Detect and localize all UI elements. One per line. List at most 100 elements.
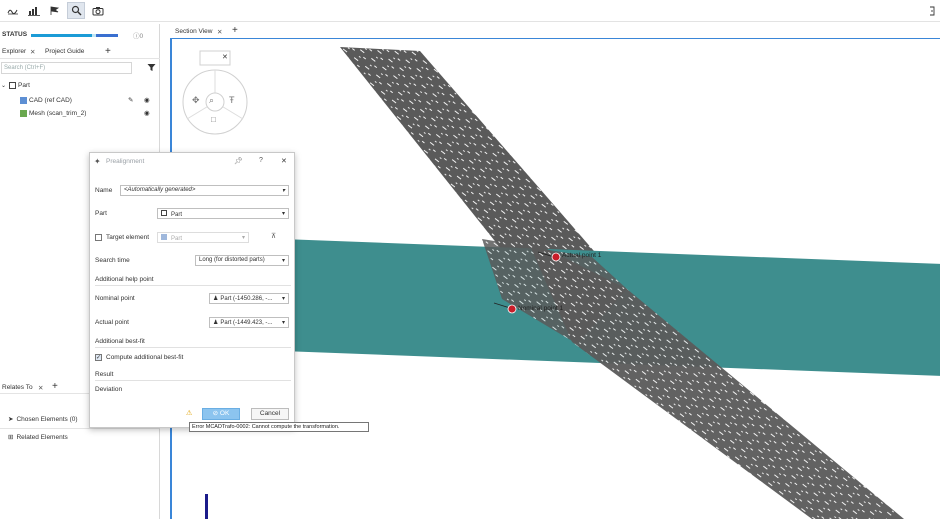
compute-label: Compute additional best-fit bbox=[106, 354, 184, 361]
tab-section-close-icon[interactable]: ✕ bbox=[217, 28, 222, 36]
tab-relates-close-icon[interactable]: ✕ bbox=[38, 384, 43, 392]
search-time-select[interactable]: Long (for distorted parts) ▾ bbox=[195, 255, 289, 266]
tab-explorer[interactable]: Explorer bbox=[2, 48, 26, 55]
part-icon bbox=[161, 210, 167, 216]
tree-item-cad[interactable]: CAD (ref CAD) ✎ ◉ bbox=[20, 94, 158, 106]
chosen-elements[interactable]: ➤ Chosen Elements (0) bbox=[8, 415, 78, 423]
chevron-down-icon: ▾ bbox=[281, 296, 285, 302]
camera-icon[interactable] bbox=[89, 2, 107, 19]
tree-root-part[interactable]: ⌄ Part bbox=[1, 79, 30, 91]
part-select[interactable]: Part ▾ bbox=[157, 208, 289, 219]
target-select-value: Part bbox=[171, 236, 183, 242]
prealignment-dialog: ✦ Prealignment 📌︎ ? ✕ Name <Automaticall… bbox=[89, 152, 295, 428]
status-row: STATUS ⓘ0 bbox=[0, 28, 160, 42]
best-fit-heading: Additional best-fit bbox=[95, 338, 145, 345]
explorer-tabs: Explorer ✕ Project Guide + bbox=[0, 45, 160, 59]
related-elements[interactable]: ⊞ Related Elements bbox=[0, 428, 160, 445]
chevron-down-icon: ▾ bbox=[281, 188, 285, 194]
pin-icon[interactable]: 📌︎ bbox=[234, 157, 243, 165]
filter-icon[interactable] bbox=[147, 63, 156, 74]
pencil-icon[interactable]: ✎ bbox=[128, 96, 133, 104]
point-icon: ♟ bbox=[213, 296, 219, 302]
status-progress bbox=[31, 34, 118, 37]
status-info-count: 0 bbox=[139, 33, 144, 40]
nominal-point-marker bbox=[507, 304, 517, 314]
chevron-down-icon: ▾ bbox=[281, 320, 285, 326]
compute-checkbox[interactable]: ✓ bbox=[95, 354, 102, 361]
part-select-value: Part bbox=[171, 212, 183, 218]
eye-icon[interactable]: ◉ bbox=[144, 109, 150, 117]
part-icon bbox=[9, 81, 17, 89]
search-time-value: Long (for distorted parts) bbox=[199, 257, 265, 263]
overlay-close-button[interactable]: ✕ bbox=[222, 53, 228, 61]
result-heading: Result bbox=[95, 371, 114, 378]
help-point-heading: Additional help point bbox=[95, 276, 154, 283]
add-relates-button[interactable]: + bbox=[52, 381, 58, 392]
dialog-close-button[interactable]: ✕ bbox=[281, 157, 287, 165]
nominal-point-value: Part (-1450.286, -... bbox=[220, 296, 273, 302]
eye-icon[interactable]: ◉ bbox=[144, 96, 150, 104]
main-toolbar bbox=[0, 0, 940, 22]
nominal-point-label: Nominal point bbox=[95, 295, 135, 302]
magnifier-icon[interactable] bbox=[67, 2, 85, 19]
hierarchy-icon: ⊞ bbox=[8, 434, 14, 441]
chevron-down-icon: ▾ bbox=[241, 235, 245, 241]
axis-indicator bbox=[205, 494, 208, 519]
actual-point-marker bbox=[551, 252, 561, 262]
cube-icon[interactable]: □ bbox=[211, 115, 216, 124]
cursor-icon: ➤ bbox=[8, 416, 14, 423]
mesh-icon bbox=[20, 109, 27, 117]
flag-icon[interactable] bbox=[46, 2, 64, 19]
name-label: Name bbox=[95, 187, 113, 194]
actual-point-select[interactable]: ♟ Part (-1449.423, -... ▾ bbox=[209, 317, 289, 328]
ok-label: OK bbox=[219, 410, 230, 417]
target-label: Target element bbox=[106, 234, 149, 241]
text-icon[interactable]: Ŧ bbox=[229, 95, 235, 105]
tab-relates-to[interactable]: Relates To bbox=[2, 384, 33, 391]
cancel-button[interactable]: Cancel bbox=[251, 408, 289, 420]
point-icon: ♟ bbox=[213, 320, 219, 326]
tree-item-mesh[interactable]: Mesh (scan_trim_2) ◉ bbox=[20, 107, 158, 119]
tree-item-label: CAD (ref CAD) bbox=[29, 96, 72, 104]
help-button[interactable]: ? bbox=[259, 157, 263, 164]
tab-explorer-close-icon[interactable]: ✕ bbox=[30, 48, 35, 56]
target-checkbox[interactable] bbox=[95, 234, 102, 241]
name-select[interactable]: <Automatically generated> ▾ bbox=[120, 185, 289, 196]
tree-item-label: Mesh (scan_trim_2) bbox=[29, 109, 87, 117]
actual-point-value: Part (-1449.423, -... bbox=[220, 320, 273, 326]
curve-icon[interactable] bbox=[4, 2, 22, 19]
dialog-title: Prealignment bbox=[106, 158, 145, 165]
error-tooltip: Error MCADTrafo-0002: Cannot compute the… bbox=[189, 422, 369, 432]
chevron-down-icon[interactable]: ⌄ bbox=[1, 82, 6, 89]
search-time-label: Search time bbox=[95, 257, 130, 264]
nominal-point-label: Nominal point 1 bbox=[518, 305, 564, 312]
nominal-point-select[interactable]: ♟ Part (-1450.286, -... ▾ bbox=[209, 293, 289, 304]
zoom-icon[interactable]: ⌕ bbox=[209, 95, 214, 106]
ok-button[interactable]: ⊘ OK bbox=[202, 408, 240, 420]
warning-icon: ⚠ bbox=[186, 410, 193, 417]
chosen-elements-label: Chosen Elements (0) bbox=[16, 416, 78, 423]
target-pick-icon[interactable]: ⊼ bbox=[271, 232, 276, 240]
cad-icon bbox=[20, 96, 27, 104]
target-icon bbox=[161, 234, 167, 240]
add-tab-button[interactable]: + bbox=[105, 46, 111, 57]
chevron-down-icon: ▾ bbox=[281, 258, 285, 264]
part-label: Part bbox=[95, 210, 107, 217]
prealignment-icon: ✦ bbox=[94, 157, 101, 166]
related-elements-label: Related Elements bbox=[16, 434, 68, 441]
search-input[interactable]: Search (Ctrl+F) bbox=[1, 62, 132, 74]
view-tabs: Section View ✕ + bbox=[170, 24, 940, 39]
status-info-icon[interactable]: ⓘ0 bbox=[133, 30, 143, 40]
tab-project-guide[interactable]: Project Guide bbox=[45, 48, 84, 55]
bracket-icon[interactable] bbox=[926, 2, 938, 19]
tree-root-label: Part bbox=[18, 81, 30, 89]
histogram-icon[interactable] bbox=[25, 2, 43, 19]
check-icon: ⊘ bbox=[212, 410, 220, 417]
chevron-down-icon: ▾ bbox=[281, 211, 285, 217]
tab-section-view[interactable]: Section View bbox=[175, 28, 212, 35]
pan-icon[interactable]: ✥ bbox=[192, 95, 200, 106]
target-select[interactable]: Part ▾ bbox=[157, 232, 249, 243]
deviation-label: Deviation bbox=[95, 386, 123, 393]
add-view-button[interactable]: + bbox=[232, 25, 238, 36]
status-label: STATUS bbox=[2, 31, 28, 38]
